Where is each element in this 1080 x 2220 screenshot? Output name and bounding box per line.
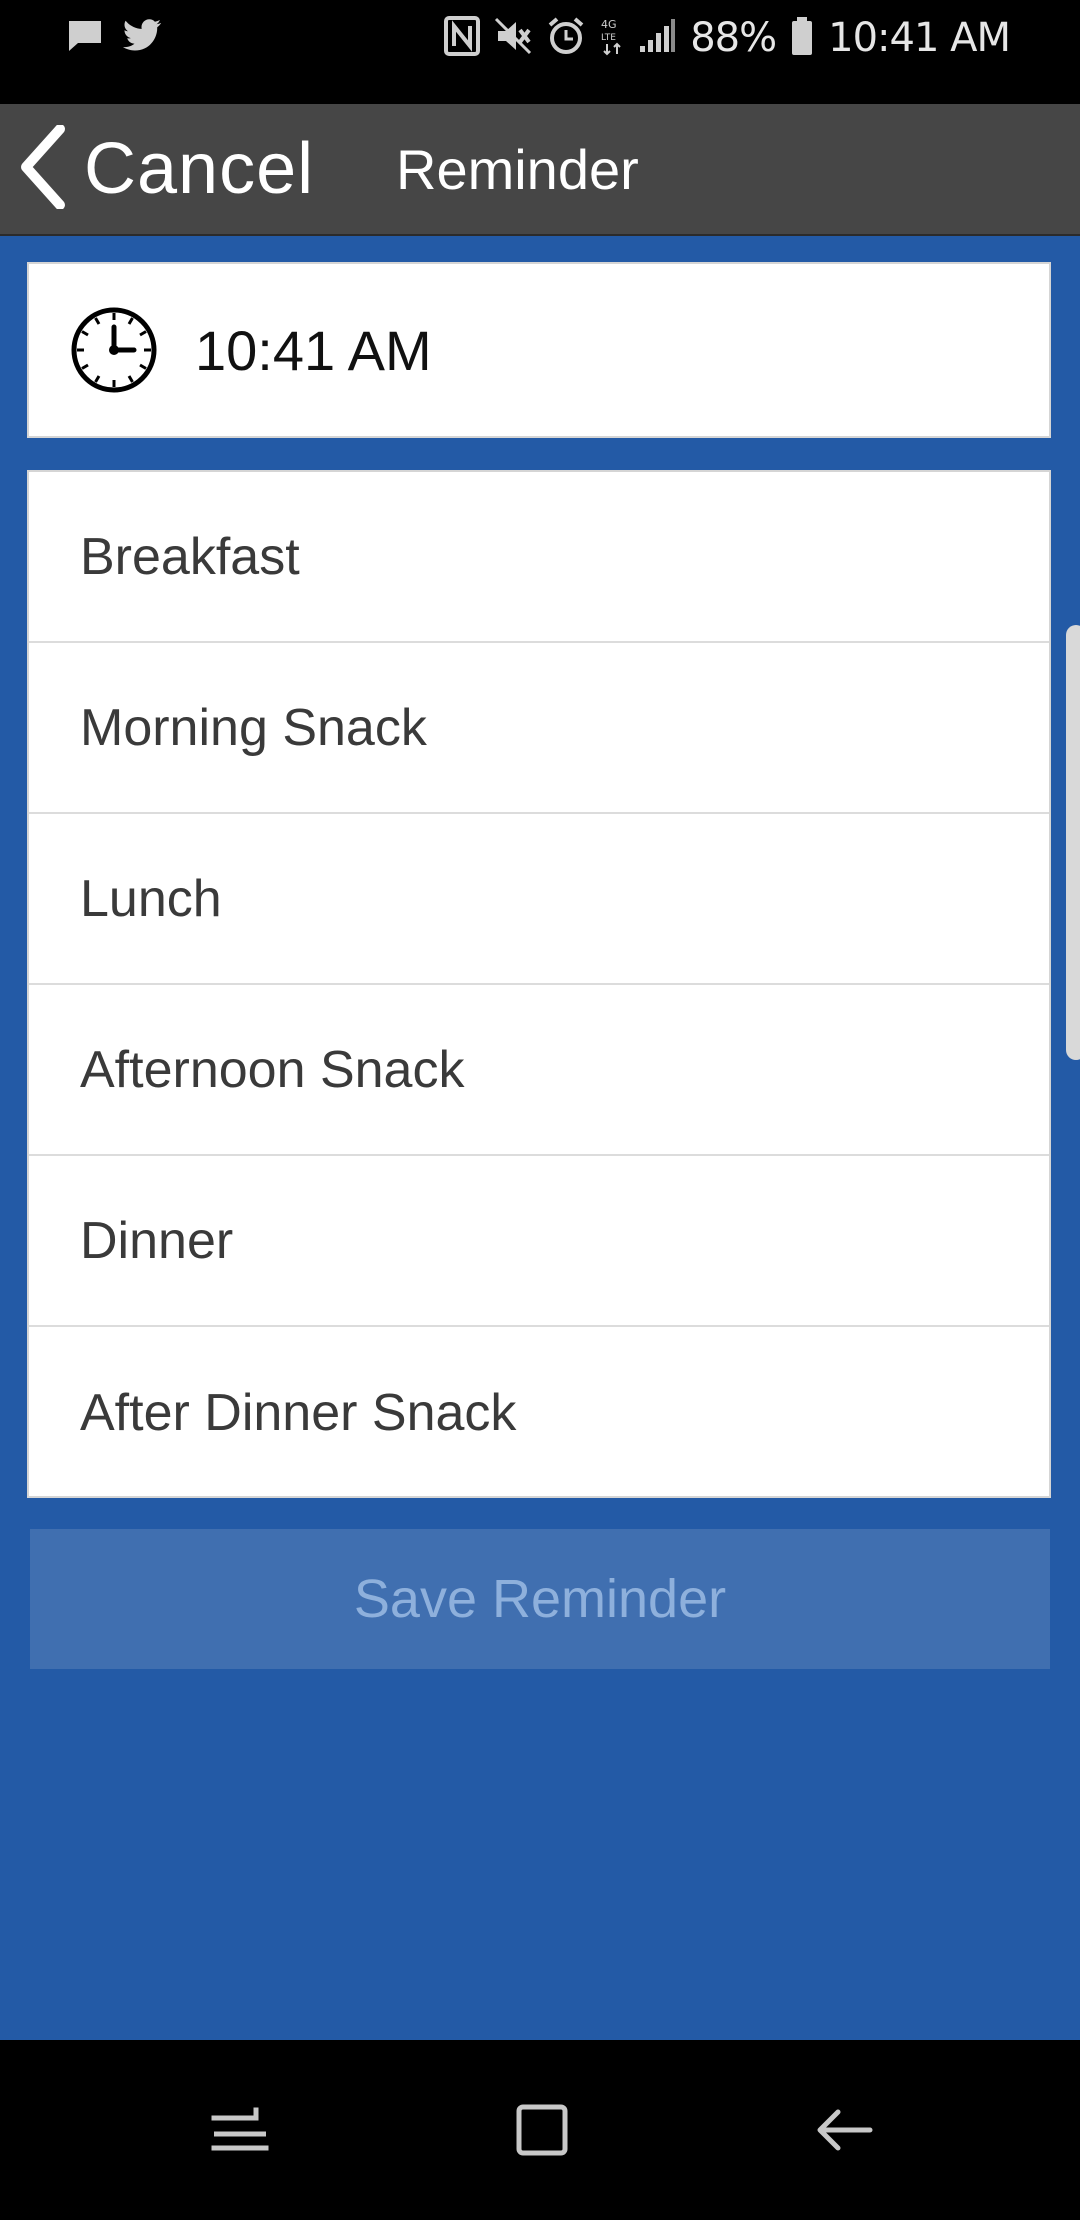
meal-label: Lunch — [80, 869, 222, 928]
time-picker[interactable]: 10:41 AM — [27, 262, 1051, 438]
twitter-icon — [122, 18, 162, 58]
alarm-icon — [546, 16, 586, 61]
status-right-icons: 4G LTE 88% 10:41 AM — [444, 12, 1011, 64]
meal-label: Breakfast — [80, 527, 300, 586]
status-left-icons — [66, 18, 162, 58]
reminder-time-value: 10:41 AM — [195, 318, 432, 382]
lte-icon: 4G LTE — [600, 16, 624, 61]
clock-icon — [69, 305, 159, 395]
meal-item-lunch[interactable]: Lunch — [29, 814, 1049, 985]
mute-icon — [494, 17, 532, 60]
meal-list: Breakfast Morning Snack Lunch Afternoon … — [27, 470, 1051, 1498]
meal-item-morning-snack[interactable]: Morning Snack — [29, 643, 1049, 814]
message-icon — [66, 18, 104, 59]
signal-icon — [638, 18, 676, 59]
meal-item-breakfast[interactable]: Breakfast — [29, 472, 1049, 643]
status-time: 10:41 AM — [828, 15, 1011, 61]
status-bar: 4G LTE 88% 10:41 AM — [0, 0, 1080, 104]
cancel-button[interactable]: Cancel — [18, 123, 315, 214]
svg-text:LTE: LTE — [601, 33, 616, 43]
page-title: Reminder — [396, 138, 639, 201]
meal-label: Morning Snack — [80, 698, 427, 757]
cancel-label: Cancel — [84, 129, 315, 209]
battery-icon — [790, 16, 814, 61]
chevron-left-icon — [18, 123, 66, 214]
app-bar: Cancel Reminder — [0, 104, 1080, 236]
meal-label: Afternoon Snack — [80, 1040, 465, 1099]
home-icon[interactable] — [502, 2090, 582, 2170]
meal-label: After Dinner Snack — [80, 1383, 517, 1442]
save-reminder-button[interactable]: Save Reminder — [30, 1529, 1050, 1669]
back-icon[interactable] — [804, 2090, 884, 2170]
scrollbar-thumb[interactable] — [1066, 625, 1080, 1060]
nfc-icon — [444, 15, 481, 61]
recent-apps-icon[interactable] — [200, 2090, 280, 2170]
meal-item-dinner[interactable]: Dinner — [29, 1156, 1049, 1327]
battery-percent: 88% — [690, 15, 777, 61]
system-nav-bar — [0, 2040, 1080, 2220]
svg-text:4G: 4G — [601, 18, 617, 31]
meal-label: Dinner — [80, 1211, 234, 1270]
meal-item-afternoon-snack[interactable]: Afternoon Snack — [29, 985, 1049, 1156]
meal-item-after-dinner-snack[interactable]: After Dinner Snack — [29, 1327, 1049, 1498]
